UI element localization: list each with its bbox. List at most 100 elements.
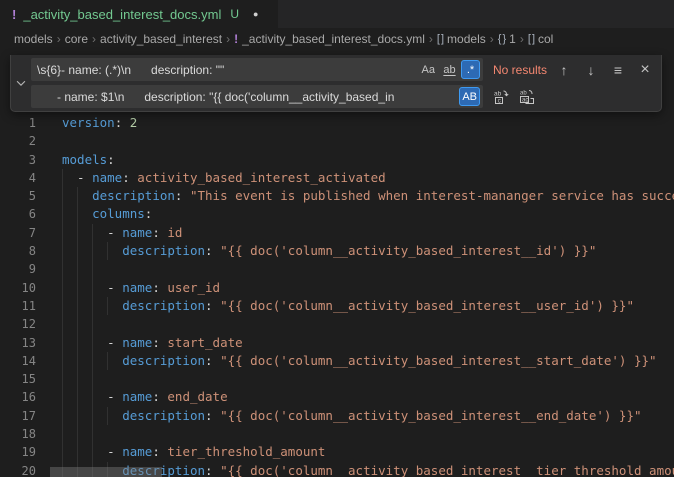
preserve-case-button[interactable]: AB — [459, 87, 480, 106]
next-match-button[interactable]: ↓ — [581, 60, 601, 80]
line-number[interactable]: 20 — [0, 462, 36, 477]
breadcrumb-label: 1 — [509, 32, 516, 46]
arrow-down-icon: ↓ — [588, 62, 595, 78]
indent-guide — [92, 224, 93, 242]
close-icon: × — [640, 61, 649, 79]
previous-match-button[interactable]: ↑ — [554, 60, 574, 80]
indent-guide — [77, 388, 78, 406]
breadcrumb-label: core — [65, 32, 88, 46]
match-case-button[interactable]: Aa — [419, 60, 438, 79]
indent-guide — [92, 242, 93, 260]
code-line[interactable]: 2 — [0, 132, 674, 150]
code-line[interactable]: 6 columns: — [0, 205, 674, 223]
line-number[interactable]: 6 — [0, 205, 36, 223]
yaml-file-icon: ! — [12, 7, 16, 22]
code-line[interactable]: 13 - name: start_date — [0, 334, 674, 352]
line-number[interactable]: 16 — [0, 388, 36, 406]
code-line[interactable]: 12 — [0, 315, 674, 333]
line-number[interactable]: 13 — [0, 334, 36, 352]
indent-guide — [92, 260, 93, 278]
indent-guide — [62, 407, 63, 425]
tab-bar: ! _activity_based_interest_docs.yml U ● — [0, 0, 674, 28]
line-number[interactable]: 2 — [0, 132, 36, 150]
line-number[interactable]: 9 — [0, 260, 36, 278]
line-number[interactable]: 17 — [0, 407, 36, 425]
line-number[interactable]: 18 — [0, 425, 36, 443]
replace-input[interactable]: - name: $1\n description: "{{ doc('colum… — [31, 85, 483, 108]
line-number[interactable]: 11 — [0, 297, 36, 315]
find-in-selection-button[interactable]: ≡ — [608, 60, 628, 80]
line-number[interactable]: 12 — [0, 315, 36, 333]
indent-guide — [92, 443, 93, 461]
toggle-replace-button[interactable] — [11, 55, 31, 111]
indent-guide — [107, 352, 108, 370]
breadcrumb-item[interactable]: !_activity_based_interest_docs.yml — [234, 32, 425, 46]
line-number[interactable]: 10 — [0, 279, 36, 297]
code-line[interactable]: 16 - name: end_date — [0, 388, 674, 406]
code-line[interactable]: 15 — [0, 370, 674, 388]
object-symbol-icon: { } — [498, 33, 505, 45]
find-input[interactable]: \s{6}- name: (.*)\n description: "" Aa a… — [31, 58, 483, 81]
indent-guide — [62, 169, 63, 187]
find-in-selection-icon: ≡ — [614, 62, 622, 78]
line-number[interactable]: 1 — [0, 114, 36, 132]
indent-guide — [62, 279, 63, 297]
editor[interactable]: 1version: 223models:4 - name: activity_b… — [0, 50, 674, 477]
close-find-widget-button[interactable]: × — [635, 60, 655, 80]
code-area[interactable]: 1version: 223models:4 - name: activity_b… — [0, 114, 674, 477]
breadcrumb-label: models — [14, 32, 53, 46]
indent-guide — [77, 260, 78, 278]
breadcrumb-item[interactable]: activity_based_interest — [100, 32, 222, 46]
line-number[interactable]: 8 — [0, 242, 36, 260]
line-number[interactable]: 19 — [0, 443, 36, 461]
indent-guide — [62, 352, 63, 370]
indent-guide — [77, 407, 78, 425]
git-status-badge: U — [230, 7, 239, 21]
indent-guide — [77, 334, 78, 352]
indent-guide — [92, 279, 93, 297]
svg-text:ab: ab — [520, 90, 527, 96]
code-line[interactable]: 17 description: "{{ doc('column__activit… — [0, 407, 674, 425]
whole-word-button[interactable]: ab — [440, 60, 459, 79]
line-number[interactable]: 3 — [0, 151, 36, 169]
breadcrumb-item[interactable]: [ ]col — [528, 32, 554, 46]
breadcrumb-item[interactable]: models — [14, 32, 53, 46]
indent-guide — [62, 242, 63, 260]
code-line[interactable]: 11 description: "{{ doc('column__activit… — [0, 297, 674, 315]
indent-guide — [77, 443, 78, 461]
indent-guide — [77, 205, 78, 223]
line-number[interactable]: 5 — [0, 187, 36, 205]
code-line[interactable]: 18 — [0, 425, 674, 443]
breadcrumb-item[interactable]: core — [65, 32, 88, 46]
breadcrumb-item[interactable]: { } 1 — [498, 32, 516, 46]
code-line[interactable]: 9 — [0, 260, 674, 278]
code-line[interactable]: 1version: 2 — [0, 114, 674, 132]
code-line[interactable]: 10 - name: user_id — [0, 279, 674, 297]
tab-activity-based-interest-docs[interactable]: ! _activity_based_interest_docs.yml U ● — [0, 0, 278, 28]
code-line[interactable]: 5 description: "This event is published … — [0, 187, 674, 205]
breadcrumb-item[interactable]: [ ]models — [437, 32, 486, 46]
indent-guide — [92, 315, 93, 333]
line-number[interactable]: 15 — [0, 370, 36, 388]
indent-guide — [62, 334, 63, 352]
modified-indicator-dot[interactable]: ● — [253, 9, 258, 19]
horizontal-scrollbar[interactable] — [50, 467, 162, 477]
line-number[interactable]: 7 — [0, 224, 36, 242]
breadcrumb: models›core›activity_based_interest›!_ac… — [0, 28, 674, 50]
code-line[interactable]: 19 - name: tier_threshold_amount — [0, 443, 674, 461]
code-line[interactable]: 7 - name: id — [0, 224, 674, 242]
code-line[interactable]: 14 description: "{{ doc('column__activit… — [0, 352, 674, 370]
indent-guide — [77, 425, 78, 443]
regex-button[interactable]: .* — [461, 60, 480, 79]
indent-guide — [92, 407, 93, 425]
replace-all-icon-button[interactable]: ab ac — [517, 87, 537, 107]
line-number[interactable]: 4 — [0, 169, 36, 187]
line-number[interactable]: 14 — [0, 352, 36, 370]
replace-button[interactable]: ab c — [491, 87, 511, 107]
code-line[interactable]: 4 - name: activity_based_interest_activa… — [0, 169, 674, 187]
code-line[interactable]: 3models: — [0, 151, 674, 169]
replace-icon: ab c — [493, 89, 509, 105]
code-line[interactable]: 8 description: "{{ doc('column__activity… — [0, 242, 674, 260]
indent-guide — [62, 205, 63, 223]
find-row: \s{6}- name: (.*)\n description: "" Aa a… — [31, 58, 655, 81]
